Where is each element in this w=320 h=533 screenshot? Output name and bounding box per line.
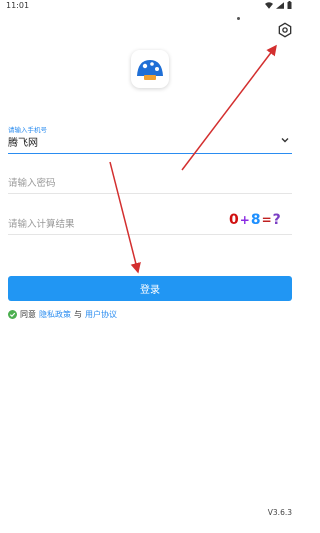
settings-icon[interactable] bbox=[277, 22, 293, 38]
user-agreement-link[interactable]: 用户协议 bbox=[85, 309, 117, 320]
app-logo bbox=[131, 50, 169, 88]
status-icons bbox=[265, 1, 292, 9]
agreement-conjunction: 与 bbox=[74, 310, 82, 319]
privacy-policy-link[interactable]: 隐私政策 bbox=[39, 309, 71, 320]
notification-dot bbox=[237, 17, 240, 20]
agreement-row: 同意 隐私政策 与 用户协议 bbox=[8, 309, 117, 320]
server-select[interactable]: 腾飞网 bbox=[8, 131, 292, 154]
agreement-prefix: 同意 bbox=[20, 310, 36, 319]
battery-icon bbox=[287, 1, 292, 9]
status-bar: 11:01 bbox=[0, 0, 300, 12]
server-select-value: 腾飞网 bbox=[8, 138, 38, 149]
mushroom-logo-icon bbox=[137, 60, 163, 80]
captcha-image[interactable]: 0 + 8 = ? bbox=[229, 210, 293, 230]
captcha-char: = bbox=[261, 213, 272, 227]
check-circle-icon[interactable] bbox=[8, 310, 17, 319]
captcha-char: ? bbox=[272, 212, 281, 228]
chevron-down-icon[interactable] bbox=[280, 135, 290, 145]
captcha-char: 0 bbox=[229, 212, 239, 228]
status-time: 11:01 bbox=[6, 1, 30, 10]
captcha-char: 8 bbox=[250, 212, 261, 228]
signal-icon bbox=[276, 1, 284, 9]
wifi-icon bbox=[265, 1, 273, 9]
version-label: V3.6.3 bbox=[267, 508, 292, 517]
login-button[interactable]: 登录 bbox=[8, 276, 292, 301]
password-placeholder: 请输入密码 bbox=[8, 178, 56, 189]
password-field[interactable]: 请输入密码 bbox=[8, 171, 292, 194]
captcha-placeholder: 请输入计算结果 bbox=[8, 219, 75, 230]
captcha-char: + bbox=[239, 213, 250, 227]
